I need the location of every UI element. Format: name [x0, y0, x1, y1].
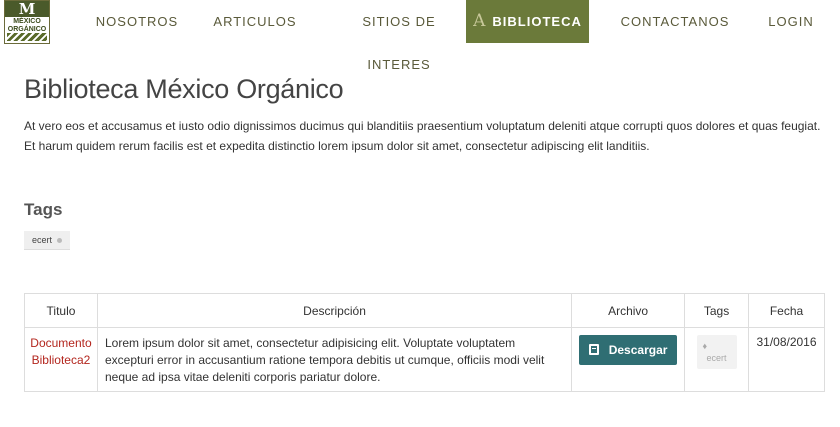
navbar: M MÉXICO ORGÁNICO NOSOTROS ARTICULOS SIT…: [0, 0, 840, 72]
column-header-archivo: Archivo: [571, 293, 686, 328]
documents-table: Titulo Descripción Archivo Tags Fecha Do…: [24, 293, 825, 392]
logo-text: MÉXICO ORGÁNICO: [5, 18, 49, 34]
logo-pattern: [7, 33, 47, 41]
download-button-label: Descargar: [608, 343, 668, 357]
logo-line1: MÉXICO: [13, 18, 41, 25]
nav-item-nosotros[interactable]: NOSOTROS: [88, 0, 186, 43]
nav-label: CONTACTANOS: [620, 14, 730, 29]
site-logo[interactable]: M MÉXICO ORGÁNICO: [4, 0, 50, 44]
nav-label: NOSOTROS: [95, 14, 179, 29]
column-header-fecha: Fecha: [748, 293, 825, 328]
nav-item-sitios-de-interes[interactable]: SITIOS DE INTERES: [330, 0, 468, 72]
nav-label: ARTICULOS: [213, 14, 297, 29]
intro-paragraph: At vero eos et accusamus et iusto odio d…: [24, 119, 821, 153]
tag-filter-ecert[interactable]: ecert: [24, 231, 71, 250]
page-title: Biblioteca México Orgánico: [24, 74, 344, 104]
dot-icon: [57, 238, 63, 243]
row-tag-label: ecert: [706, 353, 727, 363]
nav-label: BIBLIOTECA: [492, 14, 582, 29]
logo-letter: M: [5, 1, 49, 17]
tags-heading: Tags: [24, 200, 63, 219]
column-header-tags: Tags: [684, 293, 749, 328]
tags-cell: ♦ ecert: [684, 327, 749, 392]
nav-item-contactanos[interactable]: CONTACTANOS: [615, 0, 735, 43]
download-button[interactable]: Descargar: [579, 335, 678, 365]
column-header-descripcion: Descripción: [96, 293, 573, 328]
nav-item-login[interactable]: LOGIN: [760, 0, 822, 43]
book-icon: [588, 344, 599, 355]
table-header-row: Titulo Descripción Archivo Tags Fecha: [24, 293, 825, 328]
nav-label: LOGIN: [768, 14, 814, 29]
nav-item-articulos[interactable]: ARTICULOS: [205, 0, 305, 43]
tag-icon: ♦: [702, 341, 708, 351]
document-date: 31/08/2016: [748, 327, 825, 392]
letter-a-icon: A: [473, 11, 487, 31]
file-cell: Descargar: [571, 327, 686, 392]
nav-item-biblioteca[interactable]: A BIBLIOTECA: [466, 0, 589, 43]
document-description: Lorem ipsum dolor sit amet, consectetur …: [96, 327, 573, 392]
row-tag-chip[interactable]: ♦ ecert: [696, 335, 737, 369]
document-title-link[interactable]: Documento Biblioteca2: [24, 327, 98, 392]
tag-label: ecert: [32, 235, 53, 245]
nav-label: SITIOS DE INTERES: [362, 14, 436, 72]
table-row: Documento Biblioteca2 Lorem ipsum dolor …: [24, 327, 825, 392]
column-header-titulo: Titulo: [24, 293, 98, 328]
